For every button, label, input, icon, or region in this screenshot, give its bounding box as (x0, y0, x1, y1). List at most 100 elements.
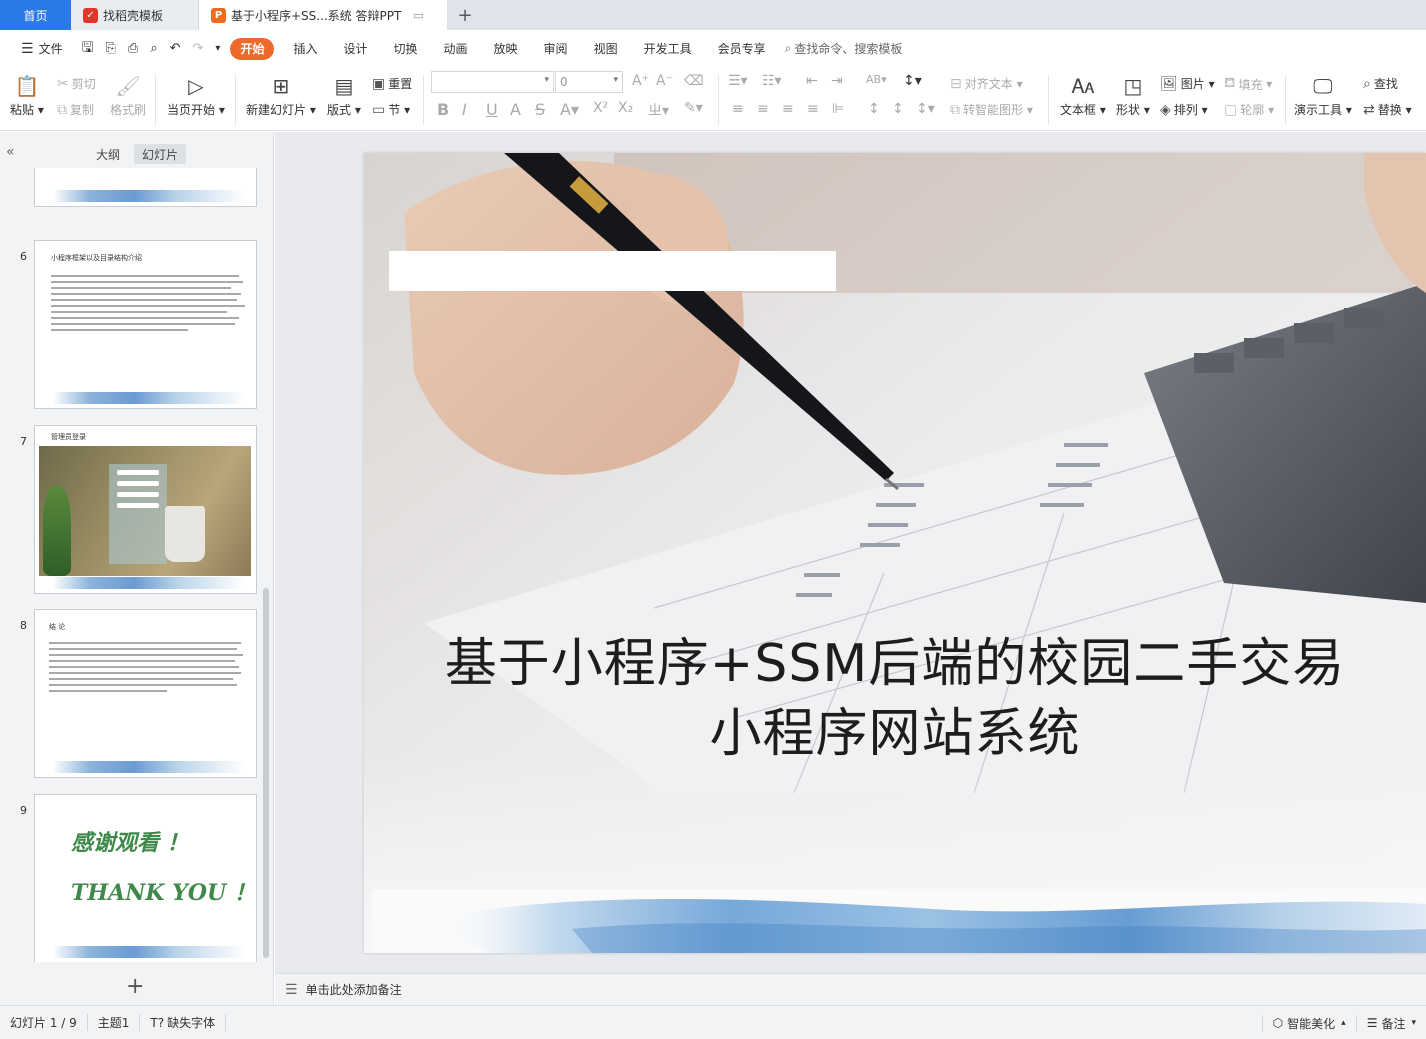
shape-button[interactable]: ◳ 形状 ▾ (1116, 71, 1150, 118)
align-center-icon[interactable]: ≡ (757, 101, 769, 117)
menu-tab-review[interactable]: 审阅 (531, 40, 581, 57)
find-button[interactable]: ⌕ 查找 (1363, 75, 1398, 92)
copy-button[interactable]: ⧉ 复制 (57, 101, 94, 118)
play-from-current-button[interactable]: ▷ 当页开始 ▾ (167, 71, 225, 118)
new-tab-button[interactable]: + (447, 0, 483, 30)
justify-icon[interactable]: ≡ (807, 101, 819, 117)
menu-tab-transition[interactable]: 切换 (381, 40, 431, 57)
outline-label: 轮廓 (1240, 103, 1265, 117)
underline-icon[interactable]: U (486, 100, 498, 119)
font-color-icon[interactable]: A▾ (560, 100, 579, 119)
smart-convert-button[interactable]: ⧉ 转智能图形 ▾ (950, 101, 1033, 118)
outline-button[interactable]: ▢ 轮廓 ▾ (1224, 101, 1274, 118)
italic-icon[interactable]: I (462, 100, 467, 119)
save-icon[interactable]: 🖫 (76, 37, 100, 61)
chevron-up-icon: ▴ (1341, 1018, 1346, 1028)
clear-format-icon[interactable]: ⌫ (684, 73, 704, 89)
current-slide[interactable]: 基于小程序+SSM后端的校园二手交易 小程序网站系统 (364, 153, 1426, 953)
toolbar-divider (155, 75, 156, 125)
reset-button[interactable]: ▣ 重置 (372, 75, 412, 92)
strikethrough-icon[interactable]: S (535, 100, 545, 119)
panel-scrollbar[interactable] (263, 168, 269, 962)
slide-title[interactable]: 基于小程序+SSM后端的校园二手交易 小程序网站系统 (364, 629, 1426, 769)
font-size-select[interactable]: 0 ▾ (555, 71, 623, 93)
collapse-panel-icon[interactable]: « (6, 144, 15, 160)
bold-icon[interactable]: B (437, 100, 449, 119)
presenter-tools-button[interactable]: 🖵 演示工具 ▾ (1294, 71, 1352, 118)
notes-toggle-button[interactable]: ☰ 备注 ▾ (1355, 1014, 1426, 1032)
format-painter-button[interactable]: 🖌 格式刷 (110, 71, 146, 118)
slides-panel: « 大纲 幻灯片 6 小程序框架以及目录结构介绍 7 管理员登录 8 结 论 9… (0, 132, 274, 1005)
distribute-icon[interactable]: ⊫ (832, 101, 844, 117)
notes-pane[interactable]: ☰ 单击此处添加备注 (275, 973, 1426, 1005)
undo-icon[interactable]: ↶ (164, 41, 187, 56)
line-spacing-icon[interactable]: ↕▾ (903, 73, 922, 89)
align-text-button[interactable]: ⊟ 对齐文本 ▾ (950, 75, 1023, 92)
align-left-icon[interactable]: ≡ (732, 101, 744, 117)
tab-home[interactable]: 首页 (0, 0, 71, 30)
copy-icon: ⧉ (57, 101, 67, 118)
layout-button[interactable]: ▤ 版式 ▾ (327, 71, 361, 118)
tab-outline[interactable]: 大纲 (88, 144, 128, 164)
textbox-button[interactable]: 🗛 文本框 ▾ (1060, 71, 1106, 118)
add-slide-button[interactable]: + (126, 974, 144, 999)
tab-document[interactable]: P 基于小程序+SS...系统 答辩PPT ▭ (199, 0, 447, 30)
text-direction-icon[interactable]: AB▾ (866, 73, 887, 86)
menu-tab-view[interactable]: 视图 (581, 40, 631, 57)
section-button[interactable]: ▭ 节 ▾ (372, 101, 410, 118)
menu-tab-animation[interactable]: 动画 (431, 40, 481, 57)
smart-beautify-button[interactable]: ⬡ 智能美化 ▴ (1261, 1014, 1356, 1032)
redo-icon[interactable]: ↷ (187, 41, 210, 56)
increase-font-icon[interactable]: A⁺ (632, 73, 649, 89)
columns-icon[interactable]: ↕ (892, 101, 904, 117)
arrange-button[interactable]: ◈ 排列 ▾ (1160, 101, 1208, 118)
numbering-icon[interactable]: ☷▾ (762, 73, 782, 89)
preview-icon[interactable]: ⌕ (144, 41, 163, 56)
export-icon[interactable]: ⎘ (100, 41, 122, 56)
highlight-icon[interactable]: ✎▾ (684, 100, 703, 116)
tab-slides[interactable]: 幻灯片 (134, 144, 187, 164)
replace-icon: ⇄ (1363, 101, 1375, 118)
replace-button[interactable]: ⇄ 替换 ▾ (1363, 101, 1412, 118)
font-family-select[interactable]: ▾ (431, 71, 554, 93)
screen-icon[interactable]: ▭ (413, 9, 423, 22)
file-menu[interactable]: ☰ 文件 (8, 40, 76, 57)
cut-label: 剪切 (71, 77, 96, 91)
menu-tab-design[interactable]: 设计 (330, 40, 380, 57)
smart-convert-label: 转智能图形 (963, 103, 1024, 117)
subscript-icon[interactable]: X₂ (618, 100, 633, 116)
decrease-indent-icon[interactable]: ⇤ (806, 73, 818, 89)
increase-indent-icon[interactable]: ⇥ (831, 73, 843, 89)
missing-font-button[interactable]: T? 缺失字体 (140, 1014, 227, 1031)
bullets-icon[interactable]: ☰▾ (728, 73, 748, 89)
new-slide-button[interactable]: ⊞ 新建幻灯片 ▾ (246, 71, 316, 118)
subtitle-placeholder[interactable] (389, 251, 836, 291)
menu-tab-slideshow[interactable]: 放映 (481, 40, 531, 57)
paragraph-spacing-icon[interactable]: ↕ (868, 101, 880, 117)
menu-tab-developer[interactable]: 开发工具 (631, 40, 705, 57)
fill-button[interactable]: ⛾ 填充 ▾ (1224, 75, 1272, 93)
command-search[interactable]: ⌕ 查找命令、搜索模板 (785, 40, 903, 57)
theme-name[interactable]: 主题1 (88, 1014, 141, 1031)
quick-access-dropdown-icon[interactable]: ▾ (209, 43, 226, 54)
paste-button[interactable]: 📋 粘贴 ▾ (10, 71, 44, 118)
align-text-label: 对齐文本 (964, 77, 1013, 91)
fill-label: 填充 (1238, 77, 1263, 92)
superscript-icon[interactable]: X² (593, 100, 608, 116)
scrollbar-thumb[interactable] (263, 588, 269, 958)
decrease-font-icon[interactable]: A⁻ (656, 73, 673, 89)
menu-tab-insert[interactable]: 插入 (280, 40, 330, 57)
slide-number: 7 (20, 435, 27, 448)
print-icon[interactable]: ⎙ (122, 41, 144, 56)
menu-tab-home[interactable]: 开始 (230, 37, 275, 60)
tab-docer-templates[interactable]: ✓ 找稻壳模板 (71, 0, 199, 30)
cut-button[interactable]: ✂ 剪切 (57, 75, 96, 92)
phonetic-icon[interactable]: ㄓ▾ (648, 100, 669, 120)
docer-icon: ✓ (83, 7, 98, 23)
picture-button[interactable]: 🖼 图片 ▾ (1160, 75, 1215, 92)
line-spacing-more-icon[interactable]: ↕▾ (916, 101, 935, 117)
align-right-icon[interactable]: ≡ (782, 101, 794, 117)
copy-label: 复制 (70, 103, 95, 117)
menu-tab-member[interactable]: 会员专享 (705, 40, 779, 57)
text-shadow-icon[interactable]: A (510, 100, 521, 119)
